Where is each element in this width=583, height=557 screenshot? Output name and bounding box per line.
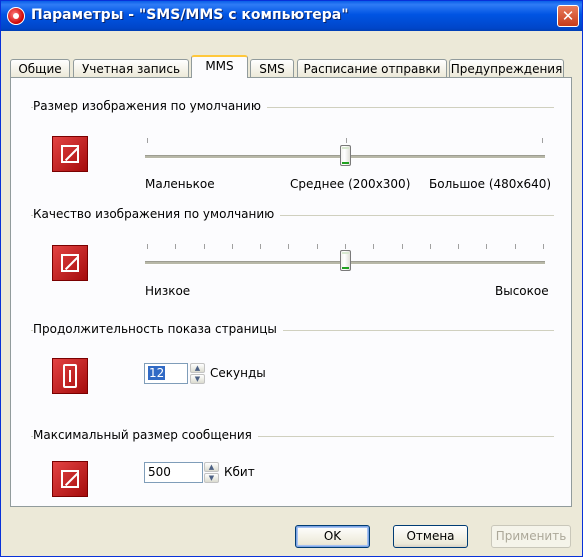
- tab-mms[interactable]: MMS: [191, 55, 248, 78]
- apply-button[interactable]: Применить: [491, 525, 571, 548]
- tab-warnings[interactable]: Предупреждения: [449, 59, 564, 77]
- image-quality-max-label: Высокое: [495, 284, 549, 298]
- stepper-up-icon[interactable]: ▲: [204, 462, 219, 472]
- slider-tick: [430, 244, 431, 249]
- slider-tick: [147, 244, 148, 249]
- resize-image-icon: [52, 136, 88, 172]
- slider-thumb[interactable]: [340, 250, 351, 271]
- slider-tick: [232, 244, 233, 249]
- page-duration-group-label: Продолжительность показа страницы: [33, 322, 283, 336]
- slider-tick: [175, 244, 176, 249]
- max-size-value: 500: [148, 465, 171, 479]
- slider-tick: [317, 244, 318, 249]
- slider-tick: [260, 244, 261, 249]
- slider-tick: [288, 244, 289, 249]
- image-quality-min-label: Низкое: [145, 284, 191, 298]
- image-size-group-label: Размер изображения по умолчанию: [33, 99, 267, 113]
- stepper-down-icon[interactable]: ▼: [204, 473, 219, 483]
- slider-tick: [543, 244, 544, 249]
- slider-thumb[interactable]: [340, 145, 351, 166]
- tab-account[interactable]: Учетная запись: [73, 59, 189, 77]
- slider-tick: [486, 244, 487, 249]
- options-dialog: Параметры - "SMS/MMS с компьютера" ✕ Общ…: [0, 0, 583, 557]
- stepper-down-icon[interactable]: ▼: [190, 374, 205, 384]
- close-button[interactable]: ✕: [557, 5, 579, 27]
- page-duration-unit: Секунды: [210, 366, 266, 380]
- max-size-unit: Кбит: [224, 465, 255, 479]
- title-bar[interactable]: Параметры - "SMS/MMS с компьютера" ✕: [1, 1, 582, 31]
- max-size-input[interactable]: 500: [144, 462, 203, 483]
- max-size-group-label: Максимальный размер сообщения: [33, 428, 258, 442]
- slider-tick: [147, 138, 148, 143]
- cancel-button[interactable]: Отмена: [393, 525, 468, 548]
- timer-icon: [52, 358, 88, 394]
- image-size-max-label: Большое (480x640): [429, 177, 552, 191]
- mms-tab-panel: Размер изображения по умолчанию Маленько…: [10, 77, 572, 507]
- image-size-min-label: Маленькое: [145, 177, 215, 191]
- tab-general[interactable]: Общие: [10, 59, 70, 77]
- slider-tick: [345, 244, 346, 249]
- slider-tick: [515, 244, 516, 249]
- slider-tick: [402, 244, 403, 249]
- window-title: Параметры - "SMS/MMS с компьютера": [31, 7, 349, 23]
- slider-tick: [373, 244, 374, 249]
- page-duration-stepper[interactable]: ▲ ▼: [190, 363, 205, 384]
- max-size-stepper[interactable]: ▲ ▼: [204, 462, 219, 483]
- slider-tick: [346, 138, 347, 143]
- slider-tick: [204, 244, 205, 249]
- ok-button[interactable]: OK: [295, 525, 370, 548]
- image-size-mid-label: Среднее (200x300): [290, 177, 411, 191]
- page-duration-value: 12: [148, 366, 166, 380]
- page-duration-input[interactable]: 12: [144, 363, 188, 384]
- message-size-icon: [52, 461, 88, 497]
- stepper-up-icon[interactable]: ▲: [190, 363, 205, 373]
- app-icon: [7, 7, 25, 25]
- slider-tick: [458, 244, 459, 249]
- slider-tick: [542, 138, 543, 143]
- tab-send-schedule[interactable]: Расписание отправки: [297, 59, 447, 77]
- image-quality-icon: [52, 245, 88, 281]
- image-quality-group-label: Качество изображения по умолчанию: [33, 207, 281, 221]
- tab-sms[interactable]: SMS: [250, 59, 294, 77]
